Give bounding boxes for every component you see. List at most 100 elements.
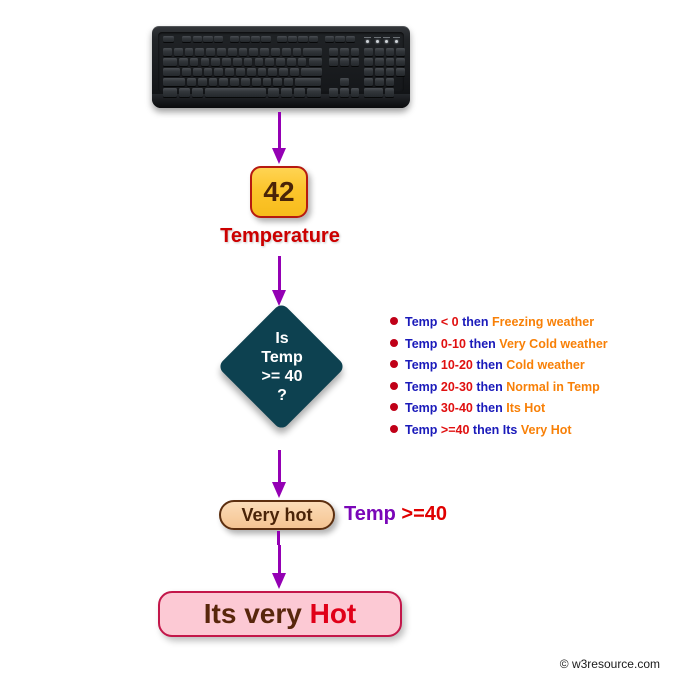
keyboard-key [350,88,360,97]
keyboard-key [364,67,373,77]
keyboard-led-line [373,37,381,38]
legend-result: Cold weather [506,358,585,372]
keyboard-key [203,36,213,43]
variable-label: Temperature [0,225,674,248]
keyboard-key [271,47,280,56]
keyboard-key [246,67,256,77]
legend-range: 0-10 [440,336,466,351]
keyboard-key [232,57,242,67]
keyboard-key [303,47,323,56]
keyboard-key [324,36,335,43]
decision-node: Is Temp >= 40 ? [217,302,346,431]
keyboard-key [396,57,406,67]
keyboard-key [195,47,205,56]
legend-result: Its Hot [506,401,546,415]
keyboard-key [181,67,191,77]
keyboard-key [300,67,322,77]
arrow-keyboard-to-value [264,112,294,164]
keyboard-led-line [383,37,391,38]
keyboard-key [309,36,319,43]
keyboard-key [289,67,299,77]
keyboard-key [163,78,186,87]
bullet-icon [390,424,398,433]
keyboard-key [273,78,283,87]
legend-prefix: Temp [405,379,438,394]
keyboard-key [241,78,250,87]
keyboard-key [374,78,384,87]
keyboard-key [257,67,267,77]
keyboard-key [396,67,406,77]
keyboard-key [298,36,308,43]
final-result-box: Its very Hot [158,591,402,637]
keyboard-key [364,47,373,56]
keyboard-key [279,67,288,77]
legend-list: Temp < 0 then Freezing weather Temp 0-10 … [390,312,666,441]
bullet-icon [390,403,398,411]
keyboard-key [346,36,356,43]
legend-range: 20-30 [440,379,473,394]
condition-label: Temp >=40 [344,503,447,526]
legend-prefix: Temp [405,315,438,329]
keyboard-key [396,47,406,56]
keyboard-key [229,36,239,43]
keyboard-key [184,47,194,56]
arrow-result-to-final [264,545,294,589]
legend-result: Normal in Temp [506,379,600,394]
keyboard-key [308,57,323,67]
keyboard-key [203,67,213,77]
keyboard-key [329,57,338,67]
keyboard-key [191,88,203,97]
legend-prefix: Temp [405,422,438,437]
keyboard-key [364,88,383,97]
keyboard-key [339,88,349,97]
condition-label-prefix: Temp [344,503,396,525]
keyboard-key [281,47,291,56]
result-pill: Very hot [219,500,335,530]
keyboard-key [213,36,224,43]
legend-range: 30-40 [440,401,473,415]
keyboard-key [265,57,275,67]
keyboard-key [385,57,395,67]
keyboard-led-icon [366,40,369,43]
legend-range: 10-20 [440,358,473,372]
legend-then: then [476,358,503,372]
legend-range: < 0 [440,315,459,329]
keyboard-key [254,57,264,67]
legend-result: Very Cold weather [499,336,608,351]
bullet-icon [390,381,398,390]
keyboard-key [192,67,202,77]
keyboard-key [364,57,373,67]
value-box: 42 [250,166,308,218]
flowchart-canvas: 42 Temperature Is Temp >= 40 ? Temp < 0 … [0,0,674,678]
keyboard-key [287,36,298,43]
bullet-icon [390,360,398,368]
keyboard-key [163,47,172,56]
final-result-prefix: Its very [203,598,302,629]
keyboard-key [197,78,207,87]
keyboard-key [182,36,192,43]
keyboard-key [261,36,271,43]
keyboard-key [249,47,259,56]
keyboard-key [281,88,293,97]
keyboard-key [385,47,395,56]
keyboard-key [187,78,196,87]
keyboard-key [277,36,287,43]
keyboard-key [178,57,188,67]
legend-then: then [462,315,489,329]
final-result-highlight: Hot [309,598,357,629]
keyboard-key [350,47,360,56]
keyboard-key [329,47,338,56]
keyboard-key [240,36,250,43]
arrow-result-stub [277,531,280,545]
legend-row: Temp < 0 then Freezing weather [390,312,666,334]
keyboard-key [227,47,237,56]
keyboard-key [335,36,345,43]
keyboard-key [238,47,248,56]
keyboard-key [374,67,384,77]
keyboard-key [339,78,349,87]
keyboard-key [235,67,245,77]
keyboard-key [163,57,177,67]
keyboard-key [364,78,373,87]
arrow-value-to-decision [264,256,294,306]
keyboard-key [385,78,395,87]
